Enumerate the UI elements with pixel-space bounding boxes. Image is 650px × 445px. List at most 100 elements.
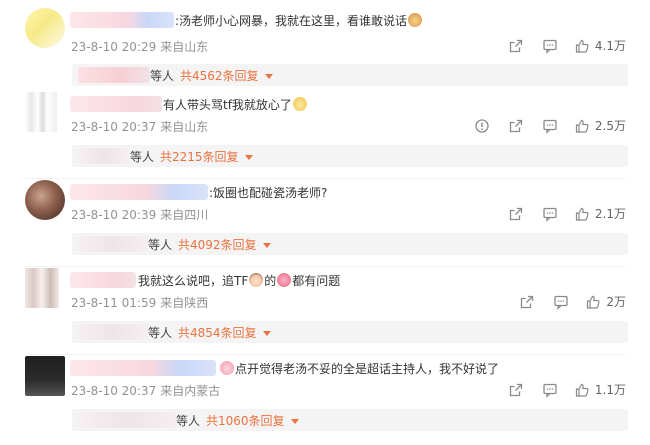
comment-meta: 23-8-10 20:37 来自内蒙古 — [71, 382, 220, 399]
comment-time: 23-8-10 20:39 — [71, 208, 157, 222]
reply-users-blurred — [78, 236, 148, 252]
avatar[interactable] — [25, 8, 65, 48]
comment-location: 来自山东 — [160, 40, 209, 54]
comment-item: :汤老师小心网暴，我就在这里，看谁敢说话 23-8-10 20:29 来自山东 4… — [0, 0, 650, 87]
comment-button[interactable] — [542, 382, 558, 398]
comment-time: 23-8-11 01:59 — [71, 296, 157, 310]
avatar[interactable] — [25, 268, 59, 308]
share-icon — [509, 207, 523, 220]
comment-actions: 2万 — [501, 293, 626, 310]
cat-face-emoji — [408, 13, 423, 27]
reply-summary-text: 等人 共2215条回复 — [130, 148, 253, 165]
reply-summary-text: 等人 共4854条回复 — [148, 324, 271, 341]
avatar[interactable] — [25, 180, 65, 220]
like-button[interactable]: 2万 — [585, 293, 626, 310]
reply-count[interactable]: 共4854条回复 — [178, 326, 257, 340]
comment-icon — [543, 383, 557, 398]
share-icon — [509, 39, 523, 52]
comment-icon — [543, 207, 557, 222]
reply-users-blurred — [78, 67, 150, 83]
share-icon — [521, 295, 534, 308]
share-button[interactable] — [508, 206, 524, 222]
comment-item: 有人带头骂tf我就放心了 23-8-10 20:37 来自山东 2.5万 等人 共2… — [0, 92, 650, 179]
username-blurred[interactable] — [70, 360, 216, 376]
comment-item: 我就这么说吧，追TF 的都有问题 23-8-11 01:59 来自陕西 2万 等人共… — [0, 268, 650, 355]
comment-button[interactable] — [542, 118, 558, 134]
comment-item: 点开觉得老汤不妥的全是超话主持人，我不好说了 23-8-10 20:37 来自内蒙… — [0, 356, 650, 443]
like-count: 2.5万 — [594, 119, 626, 133]
reply-summary[interactable]: 等人 共2215条回复 — [72, 145, 628, 167]
reply-users-blurred — [78, 148, 130, 164]
brain-emoji — [277, 273, 292, 287]
comment-actions: 2.5万 — [456, 117, 626, 134]
username-blurred[interactable] — [70, 184, 208, 200]
like-count: 1.1万 — [594, 383, 626, 397]
comment-text: 点开觉得老汤不妥的全是超话主持人，我不好说了 — [219, 360, 499, 377]
thumbs-up-icon — [575, 119, 589, 133]
avatar[interactable] — [25, 92, 57, 132]
share-icon — [509, 383, 523, 396]
thumbs-up-icon — [575, 383, 589, 397]
caret-down-icon — [244, 155, 253, 160]
comment-text: 有人带头骂tf我就放心了 — [163, 96, 308, 113]
comment-location: 来自四川 — [160, 208, 209, 222]
reply-count[interactable]: 共1060条回复 — [206, 414, 285, 428]
like-button[interactable]: 4.1万 — [574, 37, 626, 54]
comment-button[interactable] — [542, 38, 558, 54]
comment-location: 来自陕西 — [160, 296, 209, 310]
like-count: 2.1万 — [594, 207, 626, 221]
caret-down-icon — [264, 74, 273, 79]
comment-meta: 23-8-10 20:37 来自山东 — [71, 118, 208, 135]
share-button[interactable] — [508, 118, 524, 134]
avatar[interactable] — [25, 356, 65, 396]
reply-summary[interactable]: 等人 共4562条回复 — [72, 64, 628, 86]
report-button[interactable] — [474, 118, 490, 134]
share-button[interactable] — [519, 294, 535, 310]
cat-face-emoji — [292, 97, 307, 111]
username-blurred[interactable] — [70, 272, 136, 288]
like-count: 4.1万 — [594, 39, 626, 53]
comment-actions: 1.1万 — [490, 381, 626, 398]
comment-actions: 2.1万 — [490, 205, 626, 222]
caret-down-icon — [290, 419, 299, 424]
comment-location: 来自内蒙古 — [160, 384, 221, 398]
share-icon — [509, 119, 523, 132]
comment-text: 我就这么说吧，追TF 的都有问题 — [138, 273, 341, 288]
comment-meta: 23-8-10 20:39 来自四川 — [71, 206, 208, 223]
comment-meta: 23-8-11 01:59 来自陕西 — [71, 294, 208, 311]
comment-time: 23-8-10 20:29 — [71, 40, 157, 54]
reply-summary-text: 等人 共4562条回复 — [150, 67, 273, 84]
thumbs-up-icon — [575, 39, 589, 53]
reply-summary-text: 等人 共4092条回复 — [148, 236, 271, 253]
comment-time: 23-8-10 20:37 — [71, 384, 157, 398]
divider — [25, 354, 626, 355]
thumbs-up-icon — [575, 207, 589, 221]
reply-count[interactable]: 共4092条回复 — [178, 238, 257, 252]
like-count: 2万 — [606, 295, 626, 309]
thumbs-up-icon — [587, 295, 600, 309]
comment-text: :饭圈也配碰瓷汤老师? — [209, 186, 328, 200]
comment-text: :汤老师小心网暴，我就在这里，看谁敢说话 — [175, 12, 423, 29]
reply-summary-text: 等人 共1060条回复 — [176, 412, 299, 429]
comment-button[interactable] — [553, 294, 569, 310]
share-button[interactable] — [508, 382, 524, 398]
comment-button[interactable] — [542, 206, 558, 222]
comment-time: 23-8-10 20:37 — [71, 120, 157, 134]
like-button[interactable]: 2.1万 — [574, 205, 626, 222]
caret-down-icon — [262, 331, 271, 336]
comment-icon — [543, 39, 557, 54]
username-blurred[interactable] — [70, 12, 174, 28]
like-button[interactable]: 2.5万 — [574, 117, 626, 134]
comment-meta: 23-8-10 20:29 来自山东 — [71, 38, 208, 55]
comment-item: :饭圈也配碰瓷汤老师? 23-8-10 20:39 来自四川 2.1万 等人 共40… — [0, 180, 650, 267]
reply-summary[interactable]: 等人 共4854条回复 — [72, 321, 628, 343]
comment-icon — [554, 295, 569, 310]
reply-count[interactable]: 共4562条回复 — [180, 69, 259, 83]
reply-summary[interactable]: 等人 共4092条回复 — [72, 233, 628, 255]
share-button[interactable] — [508, 38, 524, 54]
like-button[interactable]: 1.1万 — [574, 381, 626, 398]
username-blurred[interactable] — [70, 96, 162, 112]
reply-count[interactable]: 共2215条回复 — [160, 150, 239, 164]
reply-summary[interactable]: 等人 共1060条回复 — [72, 409, 628, 431]
reply-users-blurred — [78, 412, 176, 428]
